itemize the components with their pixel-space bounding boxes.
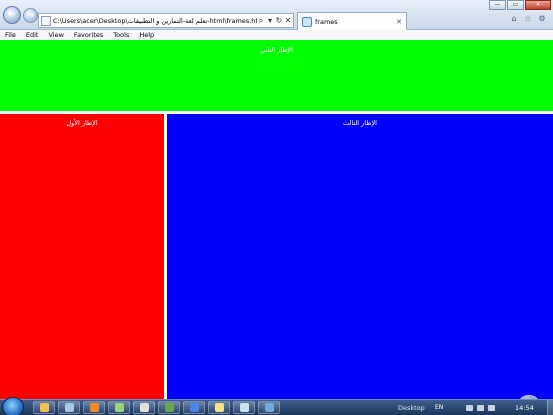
menu-file[interactable]: File	[5, 30, 16, 40]
page-icon	[41, 15, 51, 26]
back-button[interactable]: ←	[3, 6, 21, 24]
frame-left-label: الإطار الأول	[66, 119, 98, 127]
taskbar-button-tool-a[interactable]	[108, 401, 130, 414]
taskbar-button-tool-f[interactable]	[233, 401, 255, 414]
tab-frames[interactable]: frames ✕	[297, 12, 407, 30]
show-desktop-button[interactable]	[547, 400, 553, 415]
frame-right-label: الإطار الثالث	[343, 119, 377, 127]
tray-clock[interactable]: 14:54	[515, 404, 534, 412]
explorer-icon	[39, 403, 49, 412]
tray-network-icon[interactable]	[477, 405, 484, 411]
language-indicator[interactable]: EN	[435, 404, 443, 411]
dropdown-icon[interactable]: ▾	[266, 16, 274, 25]
tray-desktop-label[interactable]: Desktop	[398, 404, 425, 412]
favorites-icon[interactable]: ☆	[523, 14, 533, 24]
browser-toolbar: ⌂ ☆ ⚙	[509, 14, 547, 24]
menu-bar: File Edit View Favorites Tools Help	[0, 30, 553, 40]
address-bar[interactable]: C:\Users\acer\Desktop\تعلم لغة-التمارين …	[38, 13, 294, 28]
taskbar-button-explorer[interactable]	[33, 401, 55, 414]
taskbar-button-tool-b[interactable]	[133, 401, 155, 414]
page-content: الإطار الثاني الإطار الأول الإطار الثالث	[0, 40, 553, 415]
menu-favorites[interactable]: Favorites	[74, 30, 103, 40]
taskbar-button-tool-g[interactable]	[258, 401, 280, 414]
tool-c-icon	[164, 403, 174, 412]
tool-d-icon	[189, 403, 199, 412]
tab-label: frames	[315, 17, 338, 26]
library-icon	[64, 403, 74, 412]
home-icon[interactable]: ⌂	[509, 14, 519, 24]
forward-button[interactable]: →	[23, 8, 38, 23]
close-window-button[interactable]: ✕	[525, 0, 551, 10]
search-icon[interactable]: ⌕	[257, 16, 265, 25]
taskbar: Desktop EN 14:54	[0, 397, 553, 415]
refresh-icon[interactable]: ↻	[275, 16, 283, 25]
tray-signal-icon[interactable]	[488, 405, 495, 411]
tab-close-icon[interactable]: ✕	[396, 18, 402, 26]
maximize-button[interactable]: ▭	[507, 0, 524, 10]
menu-view[interactable]: View	[48, 30, 63, 40]
stop-icon[interactable]: ✕	[284, 16, 292, 25]
menu-help[interactable]: Help	[139, 30, 154, 40]
start-button[interactable]	[2, 397, 24, 415]
tool-b-icon	[139, 403, 149, 412]
taskbar-button-library[interactable]	[58, 401, 80, 414]
menu-tools[interactable]: Tools	[113, 30, 129, 40]
ie-page-icon	[302, 16, 312, 27]
tool-g-icon	[264, 403, 274, 412]
frame-right: الإطار الثالث	[167, 114, 553, 399]
window-controls: — ▭ ✕	[488, 0, 551, 10]
frame-top-label: الإطار الثاني	[260, 46, 293, 54]
taskbar-button-media-player[interactable]	[83, 401, 105, 414]
browser-title-bar: ← → C:\Users\acer\Desktop\تعلم لغة-التما…	[0, 0, 553, 30]
frame-left: الإطار الأول	[0, 114, 164, 399]
tool-f-icon	[239, 403, 249, 412]
tool-a-icon	[114, 403, 124, 412]
taskbar-button-tool-e[interactable]	[208, 401, 230, 414]
frame-top: الإطار الثاني	[0, 40, 553, 111]
tool-e-icon	[214, 403, 224, 412]
taskbar-button-tool-c[interactable]	[158, 401, 180, 414]
tools-icon[interactable]: ⚙	[537, 14, 547, 24]
tray-flag-icon[interactable]	[466, 405, 473, 411]
minimize-button[interactable]: —	[489, 0, 506, 10]
address-text[interactable]: C:\Users\acer\Desktop\تعلم لغة-التمارين …	[53, 17, 257, 25]
taskbar-button-tool-d[interactable]	[183, 401, 205, 414]
media-player-icon	[89, 403, 99, 412]
menu-edit[interactable]: Edit	[26, 30, 39, 40]
